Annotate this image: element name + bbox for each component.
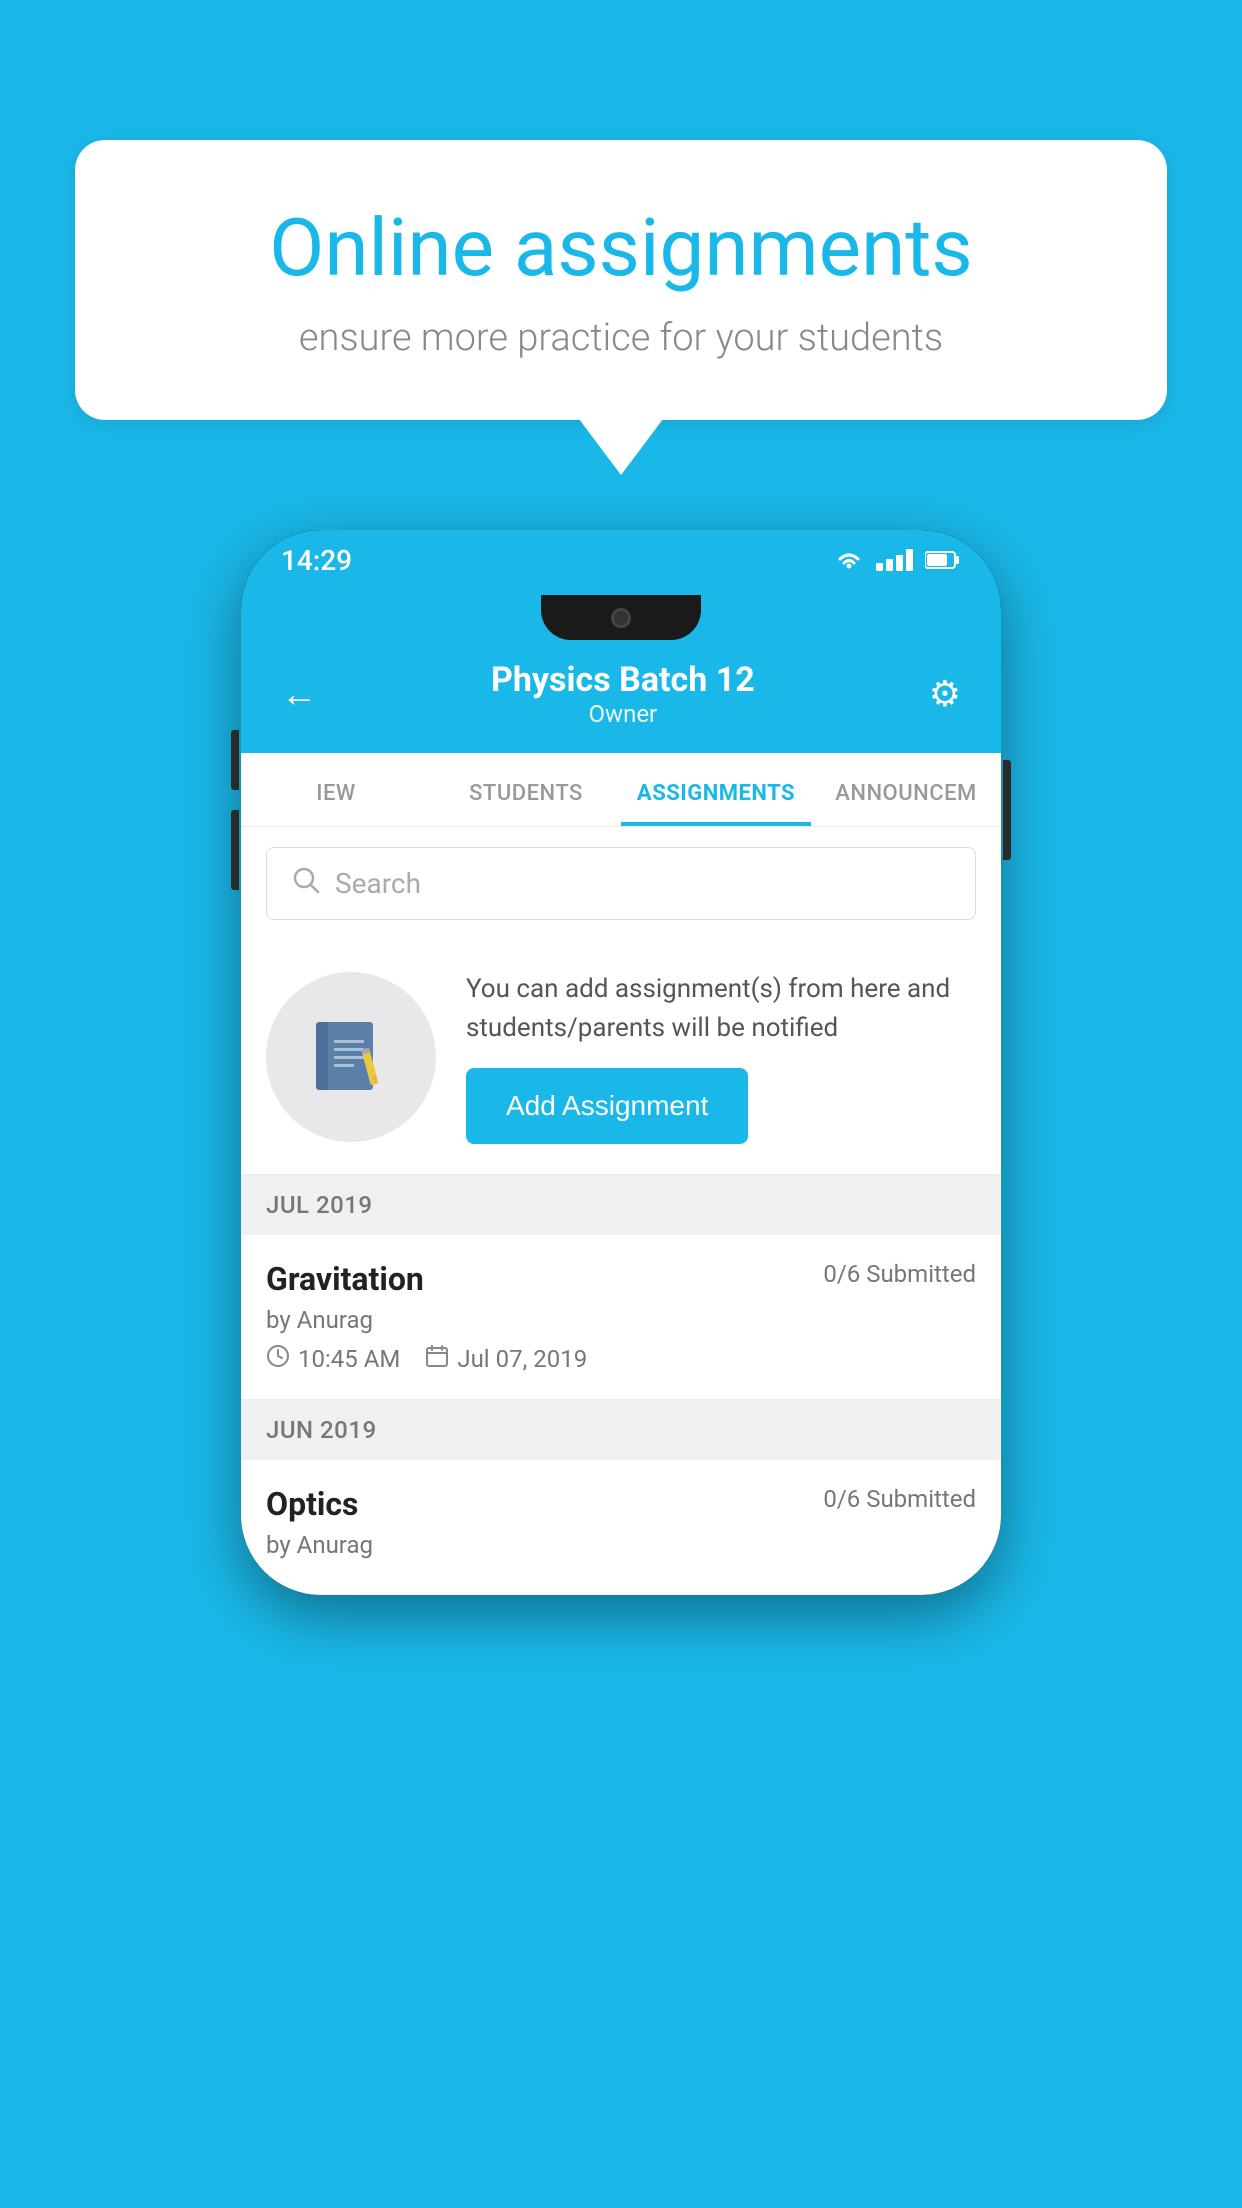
assignment-author-optics: by Anurag xyxy=(266,1531,976,1559)
add-assignment-right: You can add assignment(s) from here and … xyxy=(466,970,976,1144)
tab-overview[interactable]: IEW xyxy=(241,753,431,826)
add-assignment-description: You can add assignment(s) from here and … xyxy=(466,970,976,1048)
assignment-submitted-optics: 0/6 Submitted xyxy=(823,1485,976,1513)
batch-subtitle: Owner xyxy=(491,700,755,728)
volume-down-button xyxy=(231,810,239,890)
speech-bubble-title: Online assignments xyxy=(145,200,1097,296)
app-content: Search xyxy=(241,827,1001,1595)
search-icon xyxy=(292,866,320,901)
wifi-icon xyxy=(834,549,864,571)
notch-area xyxy=(241,590,1001,640)
assignment-meta-gravitation: 10:45 AM xyxy=(266,1344,976,1374)
assignment-time-gravitation: 10:45 AM xyxy=(266,1344,400,1374)
assignment-author-gravitation: by Anurag xyxy=(266,1306,976,1334)
camera xyxy=(611,608,631,628)
assignment-top-row: Gravitation 0/6 Submitted xyxy=(266,1260,976,1298)
status-time: 14:29 xyxy=(281,544,352,577)
notebook-icon xyxy=(306,1012,396,1102)
assignment-title-optics: Optics xyxy=(266,1485,358,1523)
assignment-date-text-gravitation: Jul 07, 2019 xyxy=(457,1345,587,1373)
volume-up-button xyxy=(231,730,239,790)
assignment-time-text-gravitation: 10:45 AM xyxy=(298,1345,400,1373)
app-header: ← Physics Batch 12 Owner ⚙ xyxy=(241,640,1001,753)
section-header-jun2019: JUN 2019 xyxy=(241,1400,1001,1460)
assignment-date-gravitation: Jul 07, 2019 xyxy=(425,1344,587,1374)
status-bar: 14:29 xyxy=(241,530,1001,590)
phone-inner: 14:29 xyxy=(241,530,1001,1595)
section-header-jul2019: JUL 2019 xyxy=(241,1175,1001,1235)
batch-title: Physics Batch 12 xyxy=(491,660,755,700)
tabs-bar: IEW STUDENTS ASSIGNMENTS ANNOUNCEM xyxy=(241,753,1001,827)
assignment-title-gravitation: Gravitation xyxy=(266,1260,424,1298)
phone-frame: 14:29 xyxy=(241,530,1001,1595)
speech-bubble-subtitle: ensure more practice for your students xyxy=(145,316,1097,360)
settings-icon[interactable]: ⚙ xyxy=(929,673,961,715)
clock-icon xyxy=(266,1344,290,1374)
add-assignment-section: You can add assignment(s) from here and … xyxy=(241,940,1001,1175)
calendar-icon xyxy=(425,1344,449,1374)
status-icons xyxy=(834,549,961,571)
tab-students[interactable]: STUDENTS xyxy=(431,753,621,826)
back-button[interactable]: ← xyxy=(281,673,317,715)
assignment-item-gravitation[interactable]: Gravitation 0/6 Submitted by Anurag xyxy=(241,1235,1001,1400)
tab-announcements[interactable]: ANNOUNCEM xyxy=(811,753,1001,826)
assignment-top-row-optics: Optics 0/6 Submitted xyxy=(266,1485,976,1523)
assignment-submitted-gravitation: 0/6 Submitted xyxy=(823,1260,976,1288)
battery-icon xyxy=(925,550,961,570)
signal-bars-icon xyxy=(876,549,913,571)
speech-bubble: Online assignments ensure more practice … xyxy=(75,140,1167,420)
phone-mockup: 14:29 xyxy=(241,530,1001,1595)
search-bar[interactable]: Search xyxy=(266,847,976,920)
header-title-section: Physics Batch 12 Owner xyxy=(491,660,755,728)
notebook-icon-circle xyxy=(266,972,436,1142)
speech-bubble-container: Online assignments ensure more practice … xyxy=(75,140,1167,420)
search-placeholder: Search xyxy=(335,867,421,900)
notch xyxy=(541,595,701,640)
search-container: Search xyxy=(241,827,1001,940)
power-button xyxy=(1003,760,1011,860)
add-assignment-button[interactable]: Add Assignment xyxy=(466,1068,748,1144)
tab-assignments[interactable]: ASSIGNMENTS xyxy=(621,753,811,826)
assignment-item-optics[interactable]: Optics 0/6 Submitted by Anurag xyxy=(241,1460,1001,1595)
